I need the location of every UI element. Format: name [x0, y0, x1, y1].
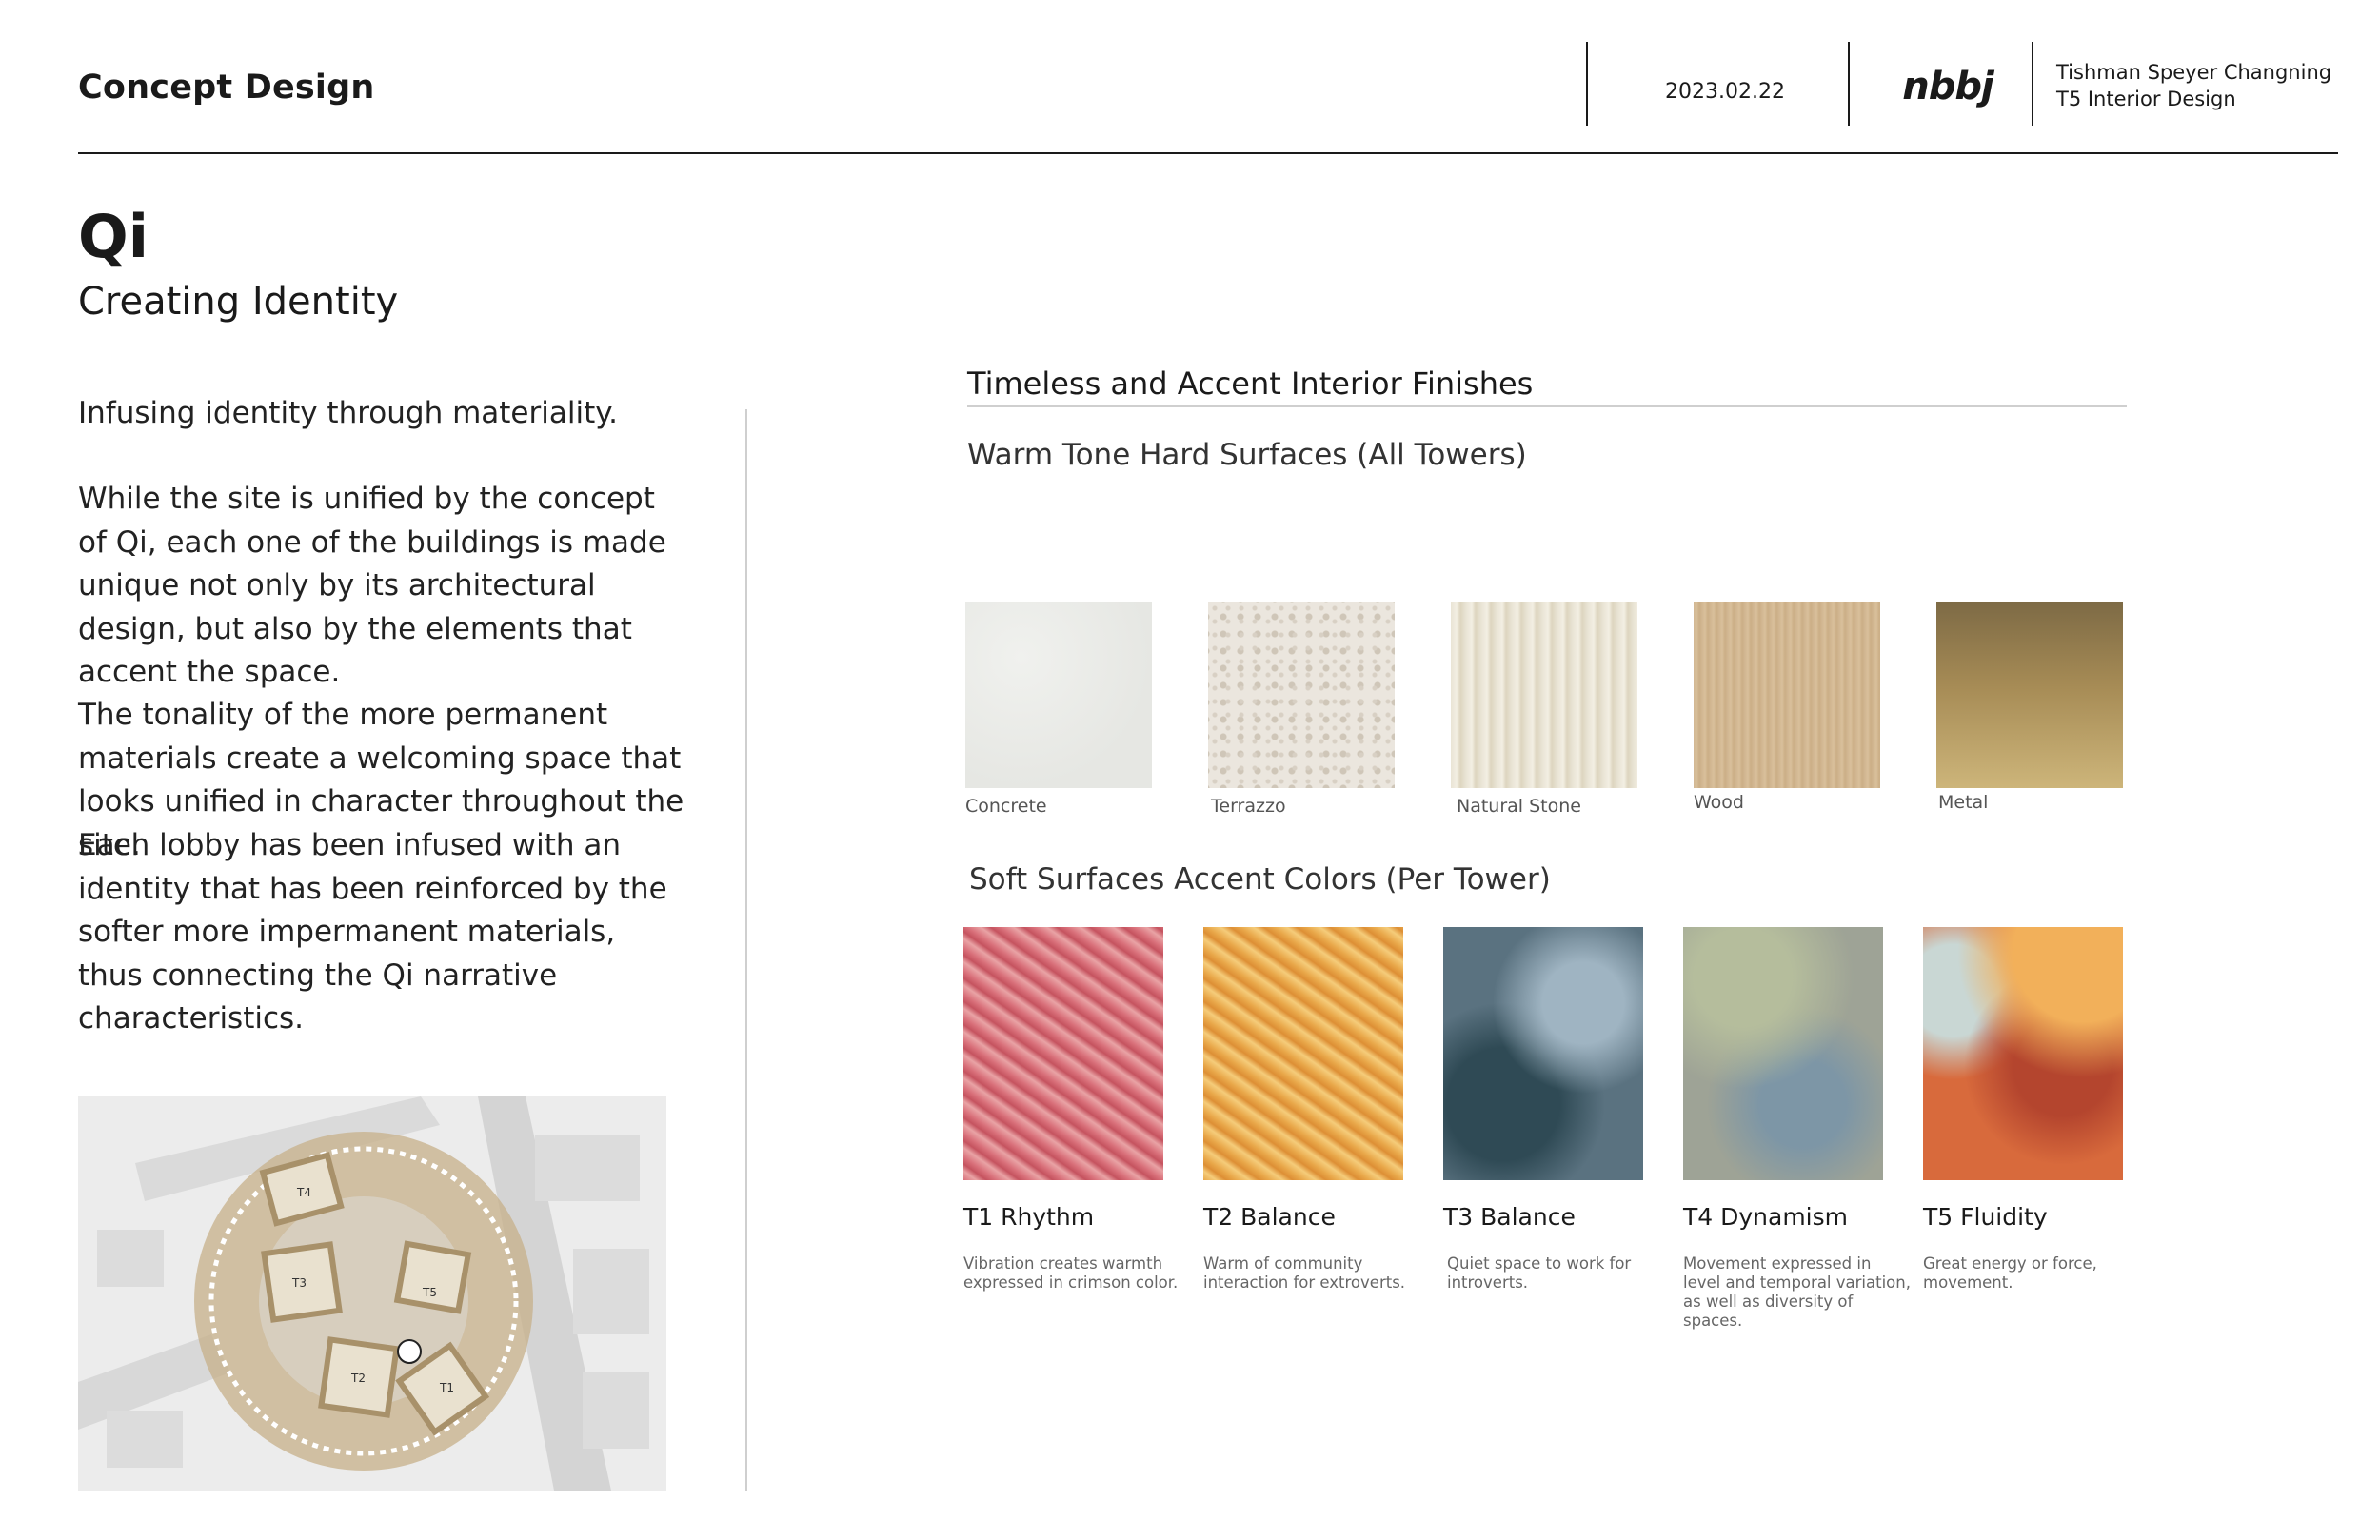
swatch-terrazzo: [1208, 602, 1395, 788]
page-title: Concept Design: [78, 69, 375, 107]
tower-label-t1: T1: [439, 1381, 454, 1394]
rug-t3: [1443, 927, 1643, 1180]
site-plan-drawing: T1 T2 T3 T4 T5: [78, 1096, 666, 1491]
swatch-metal: [1936, 602, 2123, 788]
rug-name: T3 Balance: [1443, 1203, 1576, 1231]
rug-name: T2 Balance: [1203, 1203, 1336, 1231]
tower-label-t4: T4: [296, 1186, 311, 1199]
tower-label-t3: T3: [291, 1276, 307, 1290]
header-divider: [1586, 42, 1588, 126]
rug-t1: [963, 927, 1163, 1180]
body-paragraph-1: While the site is unified by the concept…: [78, 482, 666, 689]
swatch-wood: [1694, 602, 1880, 788]
header-rule: [78, 152, 2338, 154]
rug-description: Vibration creates warmth expressed in cr…: [963, 1254, 1179, 1292]
site-plan-image: T1 T2 T3 T4 T5: [78, 1096, 666, 1491]
section-subheading: Creating Identity: [78, 280, 399, 324]
swatch-concrete: [965, 602, 1152, 788]
swatch-label: Wood: [1694, 792, 1744, 813]
intro-text: Infusing identity through materiality.: [78, 396, 619, 430]
tower-label-t5: T5: [422, 1286, 437, 1299]
brand-logo: nbbj: [1902, 65, 1993, 109]
rug-t5: [1923, 927, 2123, 1180]
rug-description: Great energy or force, movement.: [1923, 1254, 2097, 1292]
rug-name: T5 Fluidity: [1923, 1203, 2048, 1231]
soft-surfaces-title: Soft Surfaces Accent Colors (Per Tower): [969, 862, 1551, 897]
finishes-rule: [967, 405, 2127, 407]
rug-description: Quiet space to work for introverts.: [1447, 1254, 1632, 1292]
project-scope: T5 Interior Design: [2056, 88, 2236, 110]
swatch-label: Terrazzo: [1211, 796, 1286, 817]
rug-t2: [1203, 927, 1403, 1180]
rug-description: Movement expressed in level and temporal…: [1683, 1254, 1911, 1330]
project-info: Tishman Speyer Changning T5 Interior Des…: [2056, 59, 2331, 112]
section-heading: Qi: [78, 202, 149, 271]
header-divider: [1848, 42, 1850, 126]
rug-name: T4 Dynamism: [1683, 1203, 1849, 1231]
swatch-label: Natural Stone: [1457, 796, 1581, 817]
rug-description: Warm of community interaction for extrov…: [1203, 1254, 1406, 1292]
finishes-title: Timeless and Accent Interior Finishes: [967, 365, 1534, 402]
rug-name: T1 Rhythm: [963, 1203, 1095, 1231]
swatch-natural-stone: [1451, 602, 1637, 788]
header-divider: [2032, 42, 2033, 126]
column-divider: [745, 409, 747, 1491]
hard-surfaces-title: Warm Tone Hard Surfaces (All Towers): [967, 438, 1527, 472]
project-client: Tishman Speyer Changning: [2056, 61, 2332, 84]
swatch-label: Concrete: [965, 796, 1047, 817]
rug-t4: [1683, 927, 1883, 1180]
body-paragraph-3: Each lobby has been infused with an iden…: [78, 828, 667, 1036]
tower-label-t2: T2: [350, 1372, 366, 1385]
header-date: 2023.02.22: [1665, 80, 1785, 104]
swatch-label: Metal: [1938, 792, 1989, 813]
